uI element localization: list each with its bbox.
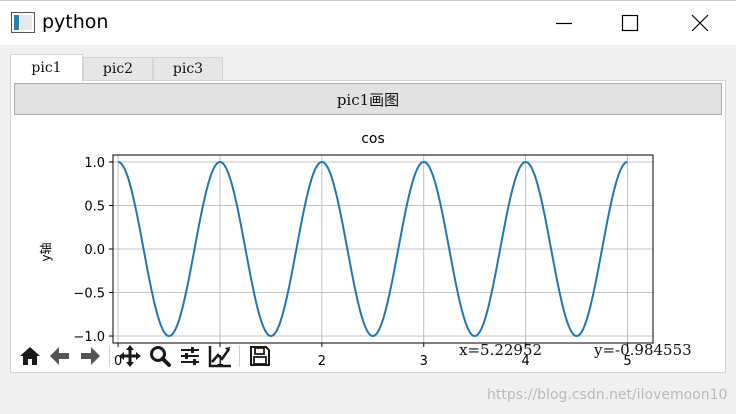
chart-title: cos bbox=[361, 131, 385, 147]
zoom-button[interactable] bbox=[147, 343, 173, 369]
forward-button[interactable] bbox=[77, 343, 103, 369]
y-tick-label: 0.0 bbox=[84, 243, 105, 258]
y-axis-label: y轴 bbox=[38, 242, 53, 261]
close-button[interactable] bbox=[676, 1, 722, 46]
maximize-icon bbox=[621, 14, 639, 32]
zoom-icon bbox=[150, 346, 171, 367]
pan-button[interactable] bbox=[117, 343, 143, 369]
title-bar: python bbox=[0, 0, 736, 45]
tab-panel: pic1画图 cos 0 1 2 3 4 5 1.0 0.5 0.0 −0.5 −1.0 y轴 bbox=[10, 80, 726, 373]
window-title: python bbox=[42, 11, 109, 33]
y-tick-label: −0.5 bbox=[73, 287, 105, 302]
subplots-icon bbox=[181, 347, 199, 365]
toolbar-separator bbox=[239, 345, 240, 367]
forward-arrow-icon bbox=[81, 347, 100, 365]
axes-edit-icon bbox=[208, 346, 231, 368]
tab-pic1[interactable]: pic1 bbox=[10, 54, 83, 82]
edit-axes-button[interactable] bbox=[207, 343, 233, 369]
tab-pic2[interactable]: pic2 bbox=[83, 57, 153, 81]
home-icon bbox=[20, 347, 40, 365]
watermark: https://blog.csdn.net/ilovemoon10 bbox=[487, 387, 728, 403]
save-icon bbox=[250, 346, 270, 366]
plot-canvas[interactable]: cos 0 1 2 3 4 51.00.50.0−0.5−1.0 y轴 bbox=[11, 81, 727, 374]
subplots-button[interactable] bbox=[177, 343, 203, 369]
back-button[interactable] bbox=[47, 343, 73, 369]
close-icon bbox=[691, 14, 709, 32]
cursor-y-readout: y=-0.984553 bbox=[594, 341, 692, 359]
x-tick-label: 3 bbox=[420, 354, 428, 369]
toolbar-separator bbox=[109, 345, 110, 367]
home-button[interactable] bbox=[17, 343, 43, 369]
tab-pic3[interactable]: pic3 bbox=[153, 57, 223, 81]
save-figure-button[interactable] bbox=[247, 343, 273, 369]
y-tick-label: 0.5 bbox=[84, 199, 105, 214]
minimize-button[interactable] bbox=[540, 1, 586, 46]
maximize-button[interactable] bbox=[606, 1, 652, 46]
pan-icon bbox=[119, 345, 141, 367]
x-tick-label: 2 bbox=[318, 354, 326, 369]
y-tick-label: 1.0 bbox=[84, 156, 105, 171]
back-arrow-icon bbox=[50, 347, 69, 365]
app-icon bbox=[11, 12, 35, 33]
cursor-x-readout: x=5.22952 bbox=[459, 341, 543, 359]
minimize-icon bbox=[556, 22, 572, 25]
